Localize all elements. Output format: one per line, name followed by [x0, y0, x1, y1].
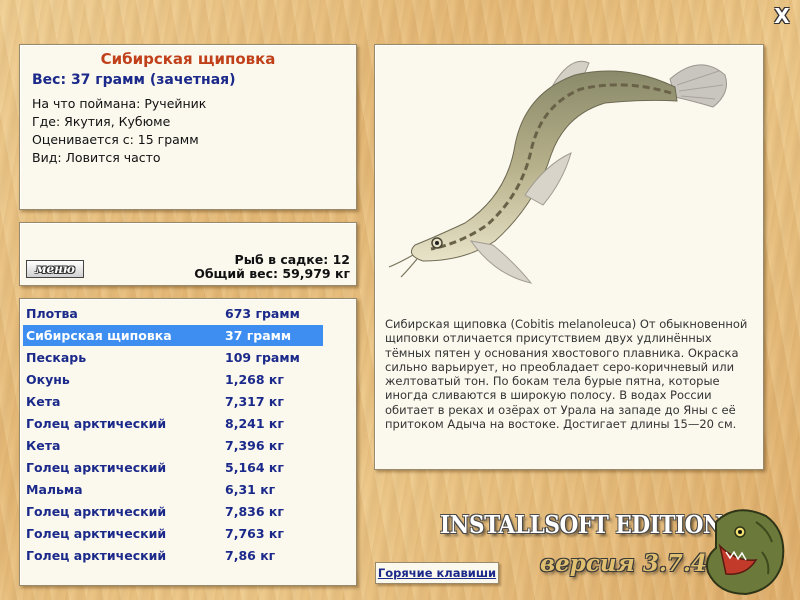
- catch-row-weight: 7,396 кг: [225, 438, 284, 453]
- catch-row[interactable]: Пескарь 109 грамм: [23, 347, 323, 368]
- catch-row-name: Сибирская щиповка: [26, 328, 172, 343]
- catch-row[interactable]: Кета 7,396 кг: [23, 435, 323, 456]
- catch-row-weight: 673 грамм: [225, 306, 300, 321]
- catch-row[interactable]: Мальма 6,31 кг: [23, 479, 323, 500]
- catch-row-weight: 7,836 кг: [225, 504, 284, 519]
- caught-with-line: На что поймана: Ручейник: [32, 96, 207, 111]
- catch-row-weight: 109 грамм: [225, 350, 300, 365]
- catch-row[interactable]: Сибирская щиповка 37 грамм: [23, 325, 323, 346]
- stats-panel: меню Рыб в садке: 12 Общий вес: 59,979 к…: [19, 222, 357, 286]
- fish-info-panel: Сибирская щиповка Вес: 37 грамм (зачетна…: [19, 44, 357, 210]
- fish-title: Сибирская щиповка: [100, 50, 276, 68]
- loach-fish-illustration: [388, 60, 727, 284]
- hotkeys-button[interactable]: Горячие клавиши: [375, 562, 499, 584]
- fish-weight: Вес: 37 грамм (зачетная): [32, 72, 236, 88]
- catch-row-name: Мальма: [26, 482, 83, 497]
- catch-row[interactable]: Голец арктический 8,241 кг: [23, 413, 323, 434]
- rated-from-line: Оценивается с: 15 грамм: [32, 132, 199, 147]
- catch-row-name: Голец арктический: [26, 416, 167, 431]
- catch-row-weight: 7,763 кг: [225, 526, 284, 541]
- catch-row-weight: 6,31 кг: [225, 482, 276, 497]
- catch-row-weight: 7,86 кг: [225, 548, 276, 563]
- catch-row[interactable]: Окунь 1,268 кг: [23, 369, 323, 390]
- fish-description: Сибирская щиповка (Cobitis melanoleuca) …: [385, 317, 748, 432]
- catch-list: Плотва 673 грамм Сибирская щиповка 37 грамм…: [19, 298, 357, 586]
- catch-row[interactable]: Голец арктический 7,86 кг: [23, 545, 323, 566]
- fish-details: На что поймана: Ручейник Где: Якутия, Ку…: [32, 95, 206, 167]
- total-weight: Общий вес: 59,979 кг: [194, 266, 350, 281]
- catch-row[interactable]: Голец арктический 7,836 кг: [23, 501, 323, 522]
- catch-row[interactable]: Кета 7,317 кг: [23, 391, 323, 412]
- menu-button[interactable]: меню: [26, 260, 84, 278]
- close-icon: X: [774, 4, 790, 28]
- catch-row-weight: 5,164 кг: [225, 460, 284, 475]
- catch-row-name: Окунь: [26, 372, 70, 387]
- brand-version: версия 3.7.4: [540, 550, 707, 577]
- brand-title: INSTALLSOFT EDITION: [440, 510, 723, 539]
- catch-row[interactable]: Плотва 673 грамм: [23, 303, 323, 324]
- close-button[interactable]: X: [770, 4, 794, 28]
- catch-row-name: Кета: [26, 394, 61, 409]
- catch-row-name: Плотва: [26, 306, 78, 321]
- pike-logo-icon: [706, 509, 785, 596]
- catch-row-name: Голец арктический: [26, 548, 167, 563]
- catch-row-weight: 7,317 кг: [225, 394, 284, 409]
- location-line: Где: Якутия, Кубюме: [32, 114, 171, 129]
- frequency-line: Вид: Ловится часто: [32, 150, 161, 165]
- catch-row-name: Голец арктический: [26, 504, 167, 519]
- catch-row[interactable]: Голец арктический 7,763 кг: [23, 523, 323, 544]
- catch-row-name: Кета: [26, 438, 61, 453]
- fish-count: Рыб в садке: 12: [234, 252, 350, 267]
- catch-row-name: Пескарь: [26, 350, 87, 365]
- catch-row-weight: 8,241 кг: [225, 416, 284, 431]
- fish-description-panel: Сибирская щиповка (Cobitis melanoleuca) …: [374, 44, 764, 470]
- catch-row-name: Голец арктический: [26, 526, 167, 541]
- keepnet-stats: Рыб в садке: 12 Общий вес: 59,979 кг: [194, 253, 350, 281]
- catch-row[interactable]: Голец арктический 5,164 кг: [23, 457, 323, 478]
- catch-row-name: Голец арктический: [26, 460, 167, 475]
- catch-row-weight: 37 грамм: [225, 328, 292, 343]
- catch-row-weight: 1,268 кг: [225, 372, 284, 387]
